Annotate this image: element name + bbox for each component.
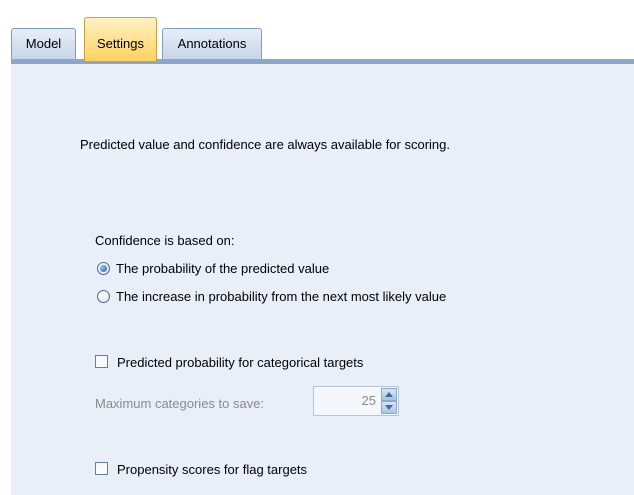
settings-panel	[11, 64, 634, 495]
max-categories-value[interactable]: 25	[362, 393, 376, 408]
tab-model[interactable]: Model	[11, 28, 76, 61]
propensity-label[interactable]: Propensity scores for flag targets	[117, 462, 307, 477]
info-text: Predicted value and confidence are alway…	[80, 137, 450, 152]
propensity-checkbox[interactable]	[95, 462, 108, 475]
confidence-label: Confidence is based on:	[95, 233, 235, 248]
arrow-up-icon	[385, 392, 393, 397]
max-categories-label: Maximum categories to save:	[95, 396, 265, 411]
radio-increase-probability-label[interactable]: The increase in probability from the nex…	[116, 289, 446, 304]
spin-up-button[interactable]	[381, 388, 397, 401]
tab-annotations[interactable]: Annotations	[162, 28, 262, 61]
max-categories-spinner[interactable]: 25	[313, 386, 399, 416]
radio-probability-predicted-label[interactable]: The probability of the predicted value	[116, 261, 329, 276]
arrow-down-icon	[385, 405, 393, 410]
spin-down-button[interactable]	[381, 401, 397, 414]
radio-increase-probability[interactable]	[97, 290, 110, 303]
predicted-probability-label[interactable]: Predicted probability for categorical ta…	[117, 355, 363, 370]
radio-probability-predicted[interactable]	[97, 262, 110, 275]
tab-strip: Model Settings Annotations	[0, 0, 634, 61]
tab-settings[interactable]: Settings	[84, 17, 157, 61]
predicted-probability-checkbox[interactable]	[95, 355, 108, 368]
